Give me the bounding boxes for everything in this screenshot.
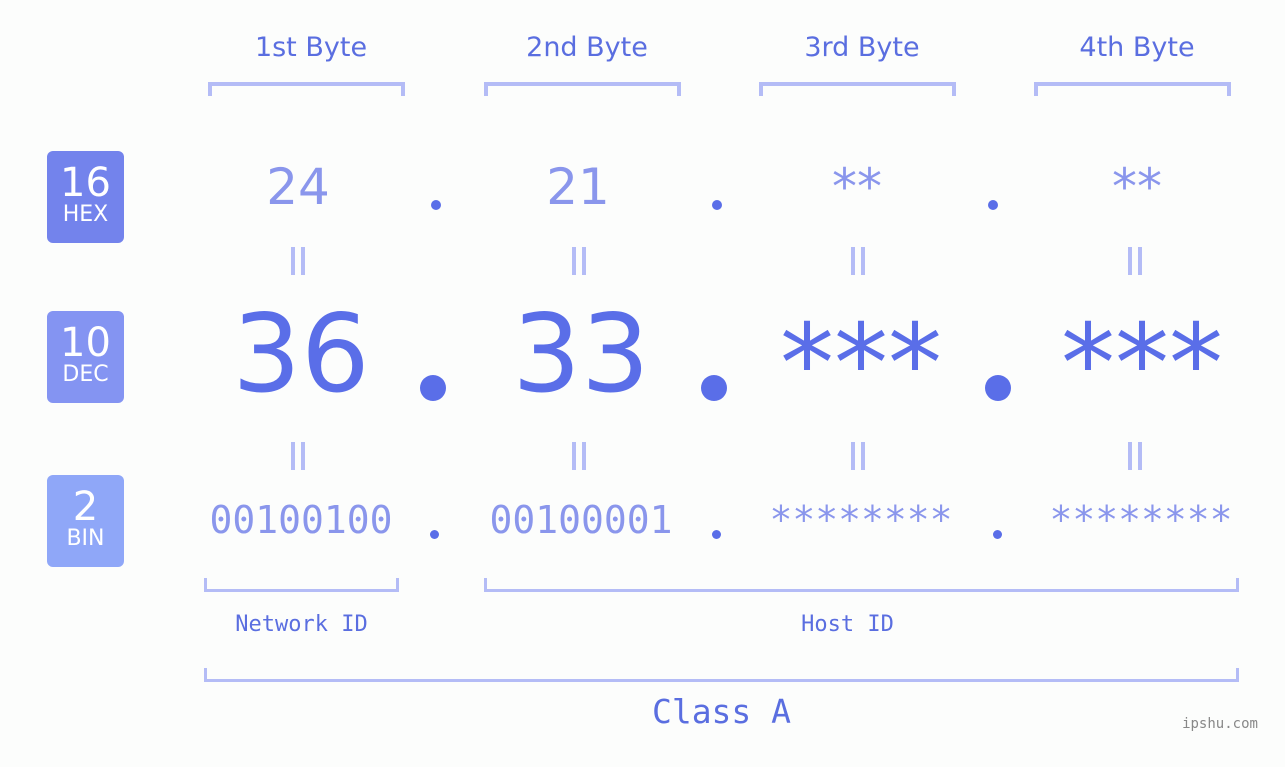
byte-bracket-2 xyxy=(484,82,681,96)
equals-icon xyxy=(291,247,305,275)
bin-badge-label: BIN xyxy=(66,526,105,551)
bin-value-2: 00100001 xyxy=(489,498,673,542)
dec-badge-number: 10 xyxy=(60,320,111,366)
bin-value-1: 00100100 xyxy=(209,498,393,542)
hex-value-1: 24 xyxy=(266,158,330,216)
network-id-label: Network ID xyxy=(235,612,368,637)
bin-badge-number: 2 xyxy=(72,484,99,530)
byte-label-4: 4th Byte xyxy=(1079,32,1195,63)
equals-icon xyxy=(291,442,305,470)
class-bracket xyxy=(204,668,1239,682)
bin-dot-3 xyxy=(993,530,1002,539)
network-id-bracket xyxy=(204,578,399,592)
hex-badge-label: HEX xyxy=(62,202,109,227)
hex-value-2: 21 xyxy=(546,158,610,216)
dec-badge-label: DEC xyxy=(62,362,109,387)
equals-icon xyxy=(1128,247,1142,275)
hex-dot-3 xyxy=(988,200,998,210)
dec-dot-1 xyxy=(420,375,446,401)
hex-value-4: ** xyxy=(1112,158,1162,216)
dec-value-2: 33 xyxy=(512,292,650,417)
bin-badge: 2 BIN xyxy=(47,475,124,567)
bin-dot-1 xyxy=(430,530,439,539)
hex-dot-1 xyxy=(431,200,441,210)
dec-dot-2 xyxy=(701,375,727,401)
equals-icon xyxy=(572,247,586,275)
host-id-label: Host ID xyxy=(801,612,894,637)
dec-badge: 10 DEC xyxy=(47,311,124,403)
bin-value-3: ******** xyxy=(769,498,953,542)
hex-badge-number: 16 xyxy=(60,160,111,206)
class-label: Class A xyxy=(651,692,792,731)
dec-value-4: *** xyxy=(1061,302,1223,427)
host-id-bracket xyxy=(484,578,1239,592)
byte-bracket-4 xyxy=(1034,82,1231,96)
watermark: ipshu.com xyxy=(1182,716,1258,732)
byte-bracket-1 xyxy=(208,82,405,96)
byte-label-2: 2nd Byte xyxy=(526,32,648,63)
hex-badge: 16 HEX xyxy=(47,151,124,243)
byte-label-1: 1st Byte xyxy=(254,32,368,63)
dec-value-1: 36 xyxy=(232,292,370,417)
equals-icon xyxy=(851,247,865,275)
hex-dot-2 xyxy=(712,200,722,210)
byte-label-3: 3rd Byte xyxy=(804,32,920,63)
hex-value-3: ** xyxy=(832,158,882,216)
bin-value-4: ******** xyxy=(1049,498,1233,542)
byte-bracket-3 xyxy=(759,82,956,96)
dec-dot-3 xyxy=(985,375,1011,401)
dec-value-3: *** xyxy=(780,302,942,427)
equals-icon xyxy=(1128,442,1142,470)
bin-dot-2 xyxy=(712,530,721,539)
equals-icon xyxy=(572,442,586,470)
equals-icon xyxy=(851,442,865,470)
